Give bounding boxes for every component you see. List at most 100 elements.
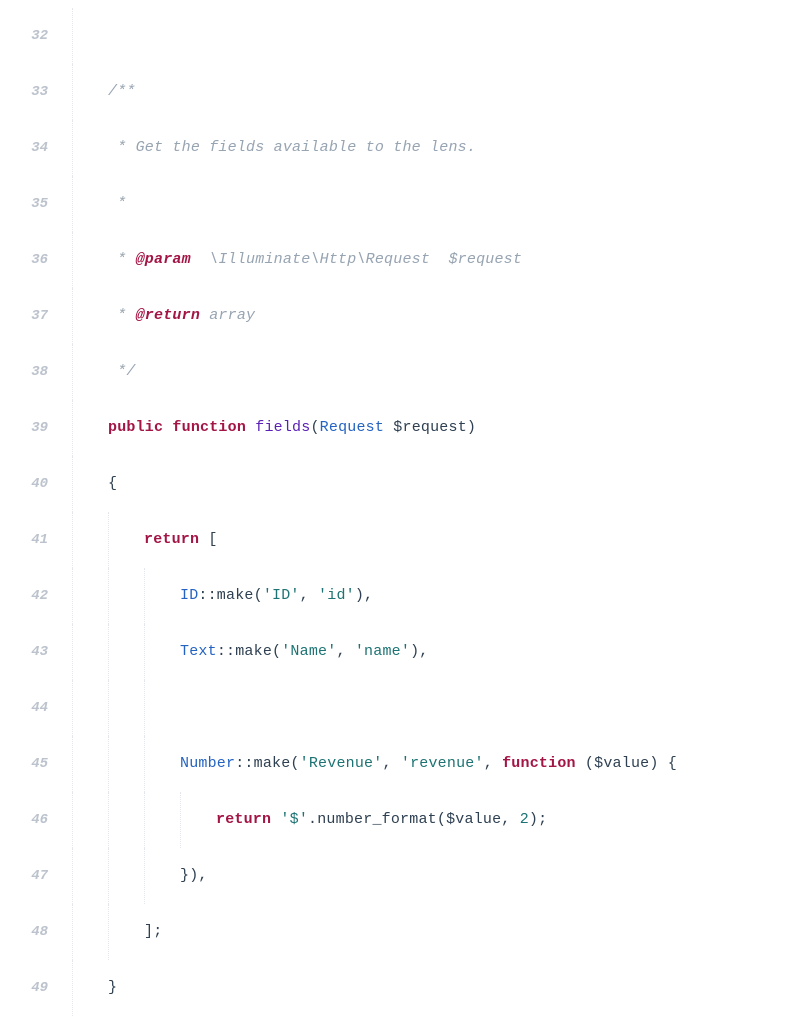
code-line: 33 /** [0,64,800,120]
token-punct: .number_format( [308,811,446,828]
indent-guide [72,64,108,120]
indent-guides [72,64,108,120]
token-punct: ) { [649,755,677,772]
token-string: 'id' [318,587,355,604]
line-number: 46 [0,792,56,848]
indent-guides [72,456,108,512]
token-comment: * Get the fields available to the lens. [108,139,476,156]
line-number: 34 [0,120,56,176]
token-string: 'name' [355,643,410,660]
indent-guide [72,176,108,232]
line-number: 44 [0,680,56,736]
indent-guides [72,120,108,176]
indent-guide [72,288,108,344]
code-content: Number::make('Revenue', 'revenue', funct… [66,736,677,792]
code-content: return [ [66,512,218,568]
token-punct: ]; [144,923,162,940]
indent-guide [72,8,108,64]
token-punct: , [484,755,502,772]
code-line: 34 * Get the fields available to the len… [0,120,800,176]
token-punct: , [501,811,519,828]
indent-guide [108,624,144,680]
code-line: 32 [0,8,800,64]
indent-guides [72,624,180,680]
line-number: 32 [0,8,56,64]
token-classname: Number [180,755,235,772]
code-content: /** [66,64,136,120]
code-content: public function fields(Request $request) [66,400,476,456]
token-variable: $request [393,419,467,436]
indent-guide [72,680,108,736]
token-punct: } [108,979,117,996]
indent-guide [72,512,108,568]
token-string: 'ID' [263,587,300,604]
token-punct: { [108,475,117,492]
line-number: 45 [0,736,56,792]
token-punct: [ [199,531,217,548]
indent-guide [72,456,108,512]
token-doctag: @param [136,251,191,268]
token-string: '$' [280,811,308,828]
code-line: 36 * @param \Illuminate\Http\Request $re… [0,232,800,288]
code-line: 43Text::make('Name', 'name'), [0,624,800,680]
token-comment: */ [108,363,136,380]
token-punct: , [336,643,354,660]
indent-guide [108,512,144,568]
indent-guide [72,120,108,176]
indent-guide [144,792,180,848]
token-comment: * [108,195,126,212]
indent-guide [144,624,180,680]
indent-guides [72,680,180,736]
indent-guide [108,848,144,904]
indent-guides [72,400,108,456]
indent-guide [180,792,216,848]
line-number: 42 [0,568,56,624]
indent-guide [72,960,108,1016]
indent-guides [72,904,144,960]
line-number: 48 [0,904,56,960]
indent-guide [72,904,108,960]
code-content: return '$'.number_format($value, 2); [66,792,547,848]
token-keyword: return [144,531,199,548]
token-punct: ), [410,643,428,660]
indent-guide [72,344,108,400]
code-content [66,680,180,736]
indent-guides [72,736,180,792]
code-line: 45Number::make('Revenue', 'revenue', fun… [0,736,800,792]
code-line: 49} [0,960,800,1016]
indent-guide [72,400,108,456]
indent-guides [72,288,108,344]
indent-guide [72,568,108,624]
indent-guide [108,792,144,848]
indent-guides [72,8,108,64]
indent-guides [72,512,144,568]
indent-guides [72,344,108,400]
code-line: 39public function fields(Request $reques… [0,400,800,456]
code-block: 3233 /** 34 * Get the fields available to … [0,8,800,1016]
token-punct: ::make( [217,643,281,660]
line-number: 38 [0,344,56,400]
code-content: * Get the fields available to the lens. [66,120,476,176]
token-keyword: function [502,755,576,772]
token-punct [384,419,393,436]
token-comment: /** [108,83,136,100]
token-punct: ( [310,419,319,436]
code-content [66,8,108,64]
code-line: 41return [ [0,512,800,568]
code-content: * [66,176,126,232]
line-number: 33 [0,64,56,120]
indent-guides [72,232,108,288]
line-number: 37 [0,288,56,344]
line-number: 43 [0,624,56,680]
indent-guide [144,736,180,792]
token-string: 'Name' [281,643,336,660]
code-line: 46return '$'.number_format($value, 2); [0,792,800,848]
token-variable: $value [446,811,501,828]
code-content: { [66,456,117,512]
token-comment: * [108,307,136,324]
token-punct: ) [467,419,476,436]
line-number: 36 [0,232,56,288]
token-punct: , [300,587,318,604]
line-number: 35 [0,176,56,232]
indent-guides [72,176,108,232]
